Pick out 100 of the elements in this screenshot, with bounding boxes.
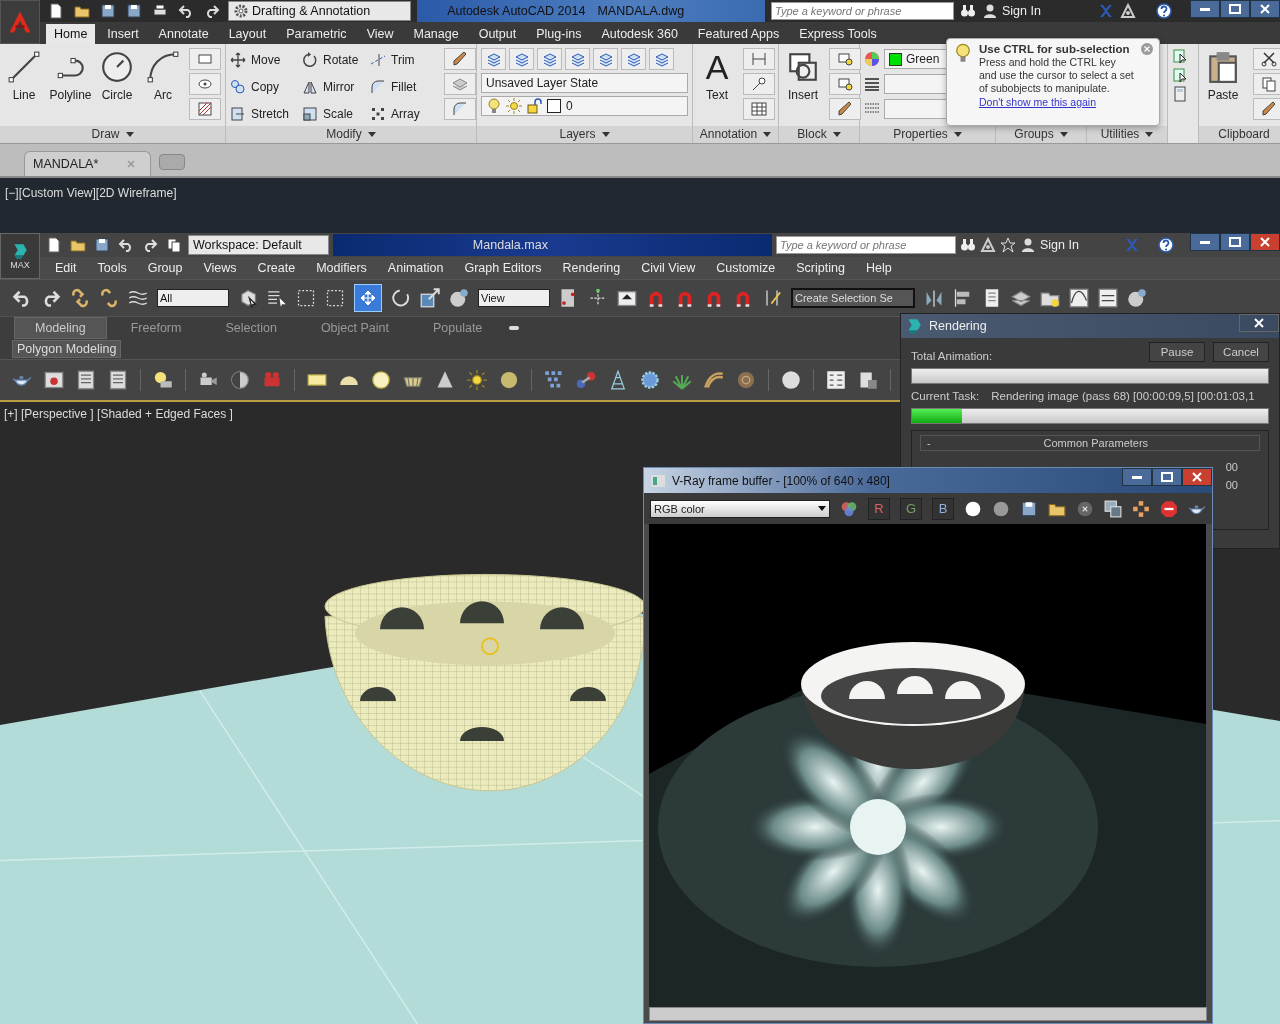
- minimize-button[interactable]: [1190, 233, 1220, 251]
- reference-coordinate-dropdown[interactable]: View: [478, 289, 550, 307]
- save-icon[interactable]: [100, 3, 116, 19]
- modify-tool-button[interactable]: Move: [230, 51, 302, 69]
- help-icon[interactable]: [1156, 3, 1172, 19]
- window-crossing-icon[interactable]: [325, 288, 345, 308]
- restore-button[interactable]: [1220, 0, 1250, 18]
- dialog-button[interactable]: Cancel: [1213, 342, 1269, 362]
- ribbon-tab[interactable]: Home: [46, 24, 96, 44]
- menu-item[interactable]: Rendering: [551, 261, 631, 275]
- panel-title[interactable]: Clipboard: [1199, 126, 1280, 143]
- panel-title[interactable]: Modify: [226, 126, 476, 143]
- sphere-icon[interactable]: [781, 370, 801, 390]
- rotate-icon[interactable]: [391, 288, 411, 308]
- tool-button[interactable]: [743, 98, 775, 120]
- menu-item[interactable]: Scripting: [785, 261, 855, 275]
- link-icon[interactable]: [70, 288, 90, 308]
- triangle-icon[interactable]: [1120, 3, 1136, 19]
- tool-button[interactable]: [444, 48, 476, 70]
- sun-icon[interactable]: [467, 370, 487, 390]
- panel-icon[interactable]: [108, 370, 128, 390]
- particles-icon[interactable]: [544, 370, 564, 390]
- copy-window-icon[interactable]: [1104, 499, 1122, 518]
- modify-tool-button[interactable]: Copy: [230, 78, 302, 96]
- collapse-toggle[interactable]: -: [927, 436, 931, 450]
- draw-tool-button[interactable]: Polyline: [50, 48, 91, 126]
- open-folder-icon[interactable]: [74, 3, 90, 19]
- binoculars-icon[interactable]: [960, 237, 976, 253]
- dialog-button[interactable]: Pause: [1149, 342, 1205, 362]
- panel-title[interactable]: Annotation: [693, 126, 778, 143]
- color-channels-icon[interactable]: [840, 499, 858, 518]
- new-file-icon[interactable]: [46, 237, 62, 253]
- viewport-label[interactable]: [+] [Perspective ] [Shaded + Edged Faces ]: [4, 407, 233, 421]
- new-file-icon[interactable]: [48, 3, 64, 19]
- menu-item[interactable]: Graph Editors: [453, 261, 552, 275]
- menu-item[interactable]: Customize: [705, 261, 786, 275]
- ribbon-tab[interactable]: Plug-ins: [528, 24, 590, 44]
- ribbon-tab[interactable]: Featured Apps: [689, 24, 788, 44]
- ribbon-tab[interactable]: View: [358, 24, 402, 44]
- ribbon-tab[interactable]: Autodesk 360: [593, 24, 686, 44]
- close-button[interactable]: [1250, 0, 1280, 18]
- bind-icon[interactable]: [128, 288, 148, 308]
- restore-button[interactable]: [1220, 233, 1250, 251]
- panel-title[interactable]: Properties: [860, 126, 995, 143]
- menu-item[interactable]: Animation: [376, 261, 454, 275]
- channel-toggle[interactable]: R: [868, 497, 890, 520]
- curve-editor-icon[interactable]: [1069, 288, 1089, 308]
- layer-dropdown[interactable]: 0: [481, 96, 688, 116]
- tower-icon[interactable]: [608, 370, 628, 390]
- menu-item[interactable]: Civil View: [630, 261, 706, 275]
- tool-button[interactable]: [1253, 98, 1280, 120]
- rectangle-selection-icon[interactable]: [296, 288, 316, 308]
- redo-icon[interactable]: [204, 3, 220, 19]
- modify-tool-button[interactable]: Stretch: [230, 105, 302, 123]
- document-tab[interactable]: MANDALA*: [24, 151, 152, 176]
- tool-button[interactable]: [1253, 48, 1280, 70]
- search-field[interactable]: Type a keyword or phrase: [776, 236, 956, 254]
- menu-item[interactable]: Tools: [86, 261, 137, 275]
- mirror-icon[interactable]: [924, 288, 944, 308]
- paste-button[interactable]: Paste: [1203, 48, 1243, 126]
- workspace-dropdown[interactable]: Drafting & Annotation: [228, 1, 412, 21]
- circle-icon[interactable]: [964, 499, 982, 518]
- select-icon[interactable]: [1172, 48, 1188, 64]
- tool-button[interactable]: [829, 98, 861, 120]
- axis-icon[interactable]: [588, 288, 608, 308]
- dismiss-link[interactable]: Don't show me this again: [979, 96, 1135, 108]
- panel-title[interactable]: Draw: [0, 126, 225, 143]
- ribbon-panel-tab[interactable]: Polygon Modeling: [12, 340, 122, 358]
- hair-icon[interactable]: [704, 370, 724, 390]
- tool-button[interactable]: [829, 73, 861, 95]
- panel-icon[interactable]: [76, 370, 96, 390]
- application-button[interactable]: MAX: [0, 233, 40, 279]
- unlink-icon[interactable]: [99, 288, 119, 308]
- menu-item[interactable]: Create: [246, 261, 306, 275]
- ribbon-tab[interactable]: Selection: [205, 318, 297, 338]
- search-field[interactable]: Type a keyword or phrase: [771, 2, 954, 20]
- menu-item[interactable]: Edit: [44, 261, 87, 275]
- tool-button[interactable]: [743, 73, 775, 95]
- panel-title[interactable]: Utilities: [1087, 126, 1167, 143]
- save-as-icon[interactable]: [126, 3, 142, 19]
- restore-button[interactable]: [1152, 468, 1182, 486]
- open-folder-icon[interactable]: [70, 237, 86, 253]
- ribbon-tab[interactable]: Freeform: [110, 318, 202, 338]
- select-object-icon[interactable]: [238, 288, 258, 308]
- modify-tool-button[interactable]: Mirror: [302, 78, 370, 96]
- menu-item[interactable]: Help: [854, 261, 902, 275]
- sphere-icon[interactable]: [992, 499, 1010, 518]
- horizontal-scrollbar[interactable]: [649, 1007, 1207, 1021]
- ribbon-tab[interactable]: Parametric: [278, 24, 355, 44]
- minimize-button[interactable]: [1122, 468, 1152, 486]
- modify-tool-button[interactable]: Fillet: [370, 78, 438, 96]
- menu-item[interactable]: Group: [136, 261, 193, 275]
- light-lister-icon[interactable]: [153, 370, 173, 390]
- text-tool-button[interactable]: A Text: [697, 48, 737, 126]
- ribbon-tab[interactable]: Annotate: [150, 24, 217, 44]
- channel-toggle[interactable]: G: [900, 497, 922, 520]
- panel-title[interactable]: Groups: [996, 126, 1086, 143]
- sign-in-link[interactable]: Sign In: [982, 3, 1092, 19]
- schematic-view-icon[interactable]: [1098, 288, 1118, 308]
- stop-icon[interactable]: [1160, 499, 1178, 518]
